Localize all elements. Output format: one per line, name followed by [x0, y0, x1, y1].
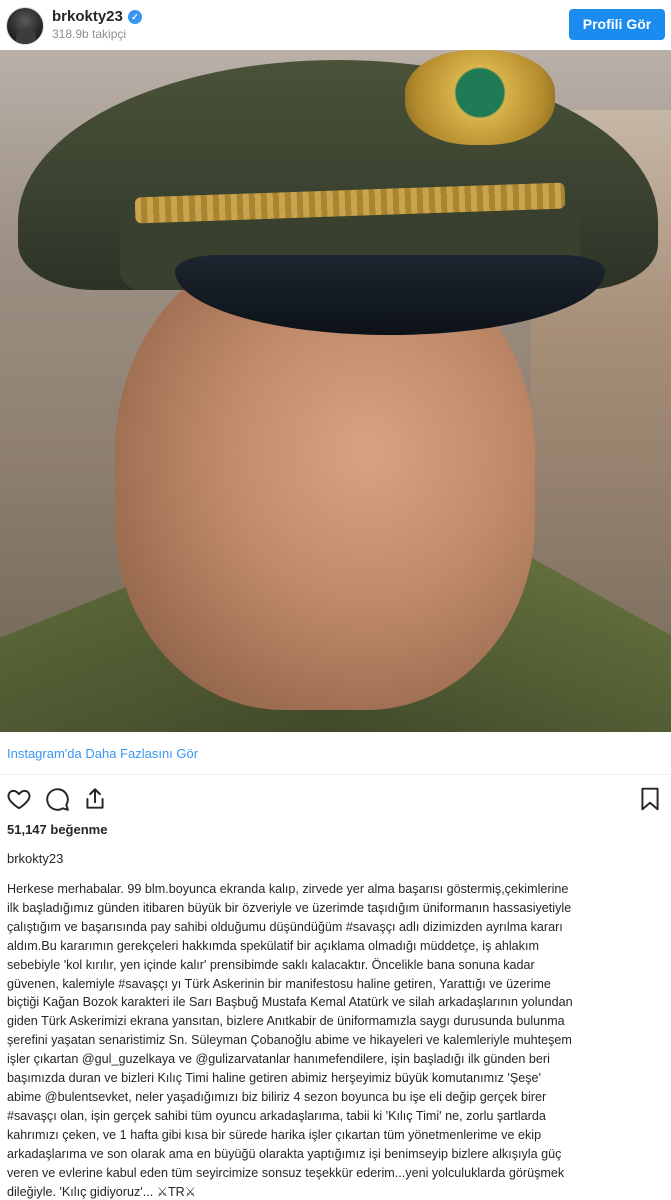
- caption-line: arkadaşlarıma ve son olarak ama en büyüğ…: [7, 1146, 562, 1161]
- caption-line: abime @bulentsevket, neler yaşadığımızı …: [7, 1089, 547, 1104]
- caption-line: veren ve evlerine kabul eden tüm seyirci…: [7, 1165, 565, 1180]
- post-image[interactable]: [0, 50, 671, 732]
- verified-badge-icon: ✓: [127, 9, 142, 24]
- post-header: brkokty23 ✓ 318.9b takipçi Profili Gör: [0, 0, 671, 50]
- caption-line: #savaşçı olan, işin gerçek sahibi tüm oy…: [7, 1108, 546, 1123]
- view-profile-button[interactable]: Profili Gör: [569, 9, 665, 40]
- more-on-instagram-link[interactable]: Instagram'da Daha Fazlasını Gör: [7, 746, 198, 761]
- caption-line: biçtiği Kağan Bozok karakteri ile Sarı B…: [7, 995, 573, 1010]
- caption-line: başımızda duran ve bizleri Kılıç Timi ha…: [7, 1071, 541, 1086]
- caption-line: güvenen, kalemiyle #savaşçı yı Türk Aske…: [7, 976, 551, 991]
- caption-text: Herkese merhabalar. 99 blm.boyunca ekran…: [7, 880, 667, 1200]
- caption-line: giden Türk Askerimizi ekrana yansıtan, b…: [7, 1014, 565, 1029]
- heart-icon[interactable]: [6, 786, 32, 812]
- username[interactable]: brkokty23: [52, 8, 123, 25]
- avatar[interactable]: [6, 7, 44, 45]
- caption-line: çalıştığım ve başarısında pay sahibi old…: [7, 919, 563, 934]
- caption-line: Herkese merhabalar. 99 blm.boyunca ekran…: [7, 882, 569, 896]
- caption-username[interactable]: brkokty23: [7, 851, 63, 866]
- caption-line: ilk başladığımız günden itibaren büyük b…: [7, 900, 572, 915]
- username-row: brkokty23 ✓: [52, 8, 142, 25]
- caption-line: sebebiyle 'kol kırılır, yen içinde kalır…: [7, 957, 535, 972]
- caption-line: kahrımızı çeken, ve 1 hafta gibi kısa bi…: [7, 1127, 542, 1142]
- cap-emblem: [405, 50, 555, 145]
- caption-line: şerefini yaşatan senaristimiz Sn. Süleym…: [7, 1033, 572, 1048]
- share-icon[interactable]: [82, 786, 108, 812]
- caption-line: işler çıkartan @gul_guzelkaya ve @guliza…: [7, 1052, 550, 1067]
- caption-line: dileğiyle. 'Kılıç gidiyoruz'... ⚔TR⚔: [7, 1184, 197, 1199]
- comment-icon[interactable]: [44, 786, 70, 812]
- action-bar: [6, 786, 108, 812]
- follower-count: 318.9b takipçi: [52, 27, 127, 41]
- bookmark-icon[interactable]: [637, 786, 663, 812]
- divider: [0, 774, 671, 775]
- caption-line: aldım.Bu kararımın gerekçeleri hakkımda …: [7, 938, 539, 953]
- like-count[interactable]: 51,147 beğenme: [7, 822, 107, 837]
